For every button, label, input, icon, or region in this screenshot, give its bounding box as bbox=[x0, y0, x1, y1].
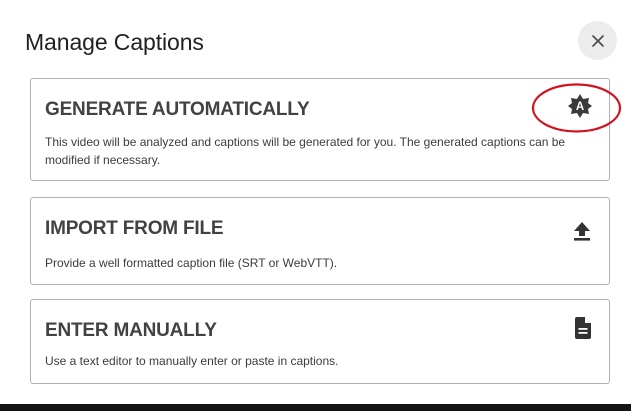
option-description: Use a text editor to manually enter or p… bbox=[45, 354, 339, 368]
close-icon bbox=[591, 34, 604, 47]
option-title: ENTER MANUALLY bbox=[45, 320, 217, 341]
manage-captions-dialog: Manage Captions GENERATE AUTOMATICALLY T… bbox=[0, 0, 631, 404]
generate-automatically-option[interactable]: GENERATE AUTOMATICALLY This video will b… bbox=[30, 78, 610, 181]
option-title: GENERATE AUTOMATICALLY bbox=[45, 99, 310, 120]
import-from-file-option[interactable]: IMPORT FROM FILE Provide a well formatte… bbox=[30, 197, 610, 285]
close-button[interactable] bbox=[578, 21, 617, 60]
svg-text:A: A bbox=[576, 101, 584, 113]
auto-caption-icon: A bbox=[567, 93, 593, 119]
background-strip bbox=[0, 404, 631, 411]
dialog-title: Manage Captions bbox=[25, 29, 204, 55]
option-description: Provide a well formatted caption file (S… bbox=[45, 256, 338, 270]
upload-icon bbox=[569, 218, 595, 244]
option-description: This video will be analyzed and captions… bbox=[45, 135, 566, 167]
enter-manually-option[interactable]: ENTER MANUALLY Use a text editor to manu… bbox=[30, 299, 610, 384]
option-title: IMPORT FROM FILE bbox=[45, 218, 224, 239]
document-icon bbox=[570, 315, 596, 341]
